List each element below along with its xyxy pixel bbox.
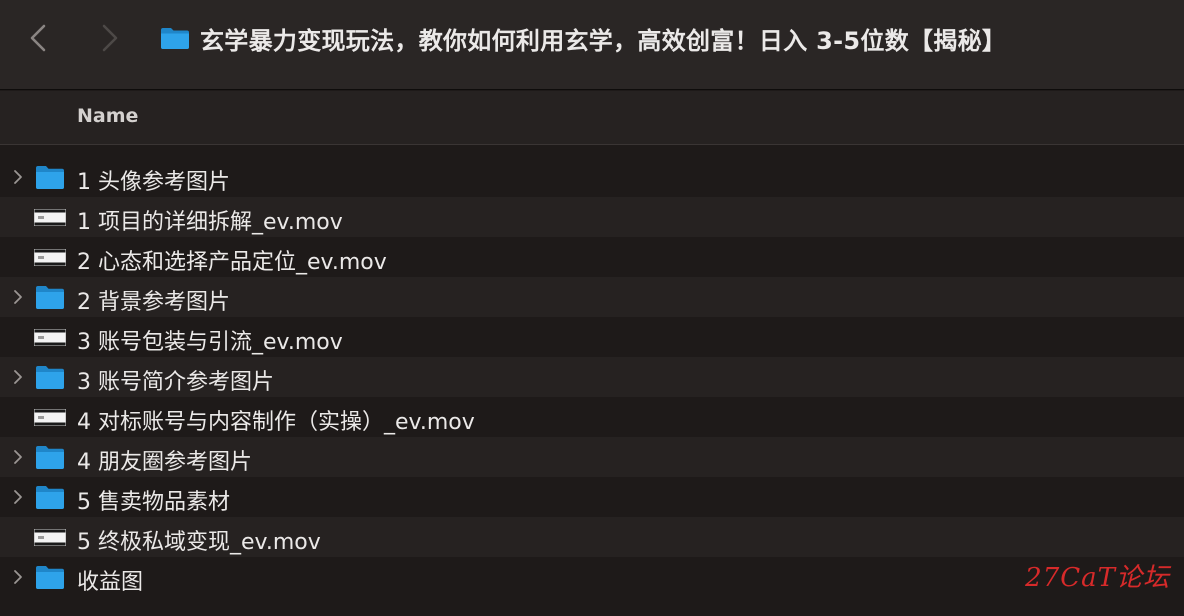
folder-icon: [36, 286, 64, 309]
watermark: 27CaT论坛: [1025, 563, 1170, 593]
movie-file-icon: [34, 209, 66, 226]
folder-icon: [161, 28, 189, 49]
folder-row[interactable]: 1 头像参考图片: [0, 157, 1184, 197]
file-row[interactable]: 2 心态和选择产品定位_ev.mov: [0, 237, 1184, 277]
forward-button[interactable]: [90, 18, 130, 58]
disclosure-triangle-icon[interactable]: [10, 569, 26, 585]
folder-icon: [36, 486, 64, 509]
window-title-text: 玄学暴力变现玩法，教你如何利用玄学，高效创富！日入 3-5位数【揭秘】: [200, 26, 1007, 55]
movie-file-icon: [34, 529, 66, 546]
folder-icon: [36, 446, 64, 469]
folder-row[interactable]: 5 售卖物品素材: [0, 477, 1184, 517]
item-name: 4 朋友圈参考图片: [77, 450, 252, 475]
back-button[interactable]: [18, 18, 58, 58]
item-name: 2 背景参考图片: [77, 290, 230, 315]
item-name: 1 头像参考图片: [77, 170, 230, 195]
disclosure-triangle-icon[interactable]: [10, 369, 26, 385]
folder-row[interactable]: 4 朋友圈参考图片: [0, 437, 1184, 477]
item-name: 收益图: [77, 570, 144, 595]
finder-window: 玄学暴力变现玩法，教你如何利用玄学，高效创富！日入 3-5位数【揭秘】 Name…: [0, 0, 1184, 616]
file-list: 1 头像参考图片 1 项目的详细拆解_ev.mov 2 心态和选择产品定位_ev.m…: [0, 157, 1184, 597]
folder-icon: [36, 366, 64, 389]
disclosure-triangle-icon[interactable]: [10, 489, 26, 505]
file-row[interactable]: 5 终极私域变现_ev.mov: [0, 517, 1184, 557]
folder-row[interactable]: 3 账号简介参考图片: [0, 357, 1184, 397]
item-name: 4 对标账号与内容制作（实操）_ev.mov: [77, 410, 475, 435]
chevron-left-icon: [30, 24, 46, 52]
file-row[interactable]: 4 对标账号与内容制作（实操）_ev.mov: [0, 397, 1184, 437]
disclosure-triangle-icon[interactable]: [10, 289, 26, 305]
item-name: 3 账号简介参考图片: [77, 370, 274, 395]
item-name: 5 终极私域变现_ev.mov: [77, 530, 321, 555]
movie-file-icon: [34, 409, 66, 426]
item-name: 5 售卖物品素材: [77, 490, 230, 515]
folder-row[interactable]: 收益图: [0, 557, 1184, 597]
folder-icon: [36, 166, 64, 189]
item-name: 2 心态和选择产品定位_ev.mov: [77, 250, 387, 275]
disclosure-triangle-icon[interactable]: [10, 449, 26, 465]
column-header[interactable]: Name: [0, 91, 1184, 145]
movie-file-icon: [34, 329, 66, 346]
window-title: 玄学暴力变现玩法，教你如何利用玄学，高效创富！日入 3-5位数【揭秘】: [160, 20, 1006, 56]
folder-row[interactable]: 2 背景参考图片: [0, 277, 1184, 317]
file-row[interactable]: 3 账号包装与引流_ev.mov: [0, 317, 1184, 357]
disclosure-triangle-icon[interactable]: [10, 169, 26, 185]
item-name: 3 账号包装与引流_ev.mov: [77, 330, 343, 355]
toolbar: 玄学暴力变现玩法，教你如何利用玄学，高效创富！日入 3-5位数【揭秘】: [0, 0, 1184, 90]
item-name: 1 项目的详细拆解_ev.mov: [77, 210, 343, 235]
file-row[interactable]: 1 项目的详细拆解_ev.mov: [0, 197, 1184, 237]
chevron-right-icon: [102, 24, 118, 52]
movie-file-icon: [34, 249, 66, 266]
column-header-name[interactable]: Name: [77, 105, 138, 127]
folder-icon: [36, 566, 64, 589]
